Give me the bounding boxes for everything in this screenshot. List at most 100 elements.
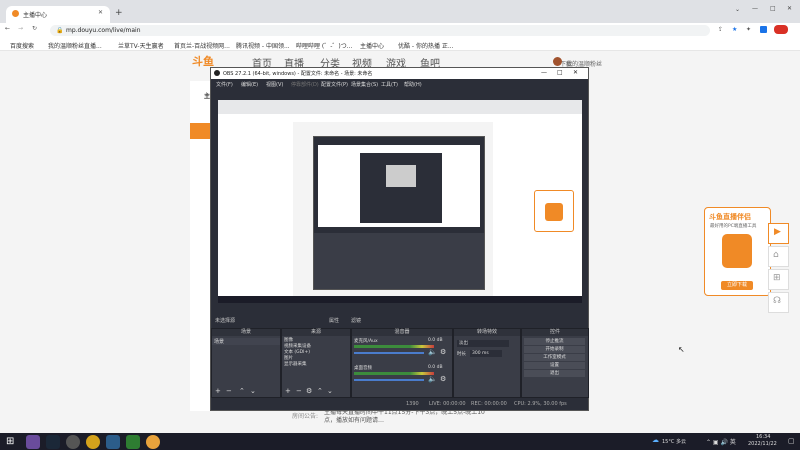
- add-scene-icon[interactable]: +: [215, 387, 221, 395]
- obs-preview[interactable]: [218, 100, 582, 303]
- obs-close-icon[interactable]: ✕: [573, 69, 578, 76]
- avatar[interactable]: [553, 57, 562, 66]
- mic-speaker-icon[interactable]: 🔈: [428, 348, 437, 356]
- obs-statusbar: 1390 LIVE: 00:00:00 REC: 00:00:00 CPU: 2…: [211, 399, 588, 409]
- source-item-display-capture[interactable]: 显示器采集: [284, 362, 311, 368]
- browser-tab[interactable]: 主播中心 ✕: [6, 6, 110, 23]
- bookmark-5[interactable]: 哔哩哔哩 (゜-゜)つ...: [296, 41, 352, 50]
- menu-help[interactable]: 帮助(H): [404, 81, 422, 88]
- mixer-track-mic: 麦克风/Aux 0.0 dB 🔈 ⚙: [354, 338, 450, 364]
- sources-dock-title: 来源: [282, 329, 350, 336]
- update-badge[interactable]: [774, 25, 788, 34]
- taskbar-app-5-icon[interactable]: [106, 434, 120, 449]
- taskbar-app-6-icon[interactable]: [126, 434, 140, 449]
- notification-icon[interactable]: ▢: [788, 437, 795, 445]
- scene-up-icon[interactable]: ⌃: [239, 387, 245, 395]
- address-bar[interactable]: 🔒 mp.douyu.com/live/main: [50, 25, 710, 36]
- weather-text[interactable]: 15°C 多云: [662, 438, 686, 445]
- taskbar-app-4-icon[interactable]: [86, 434, 100, 449]
- mic-volume-slider[interactable]: [354, 352, 424, 354]
- transition-select[interactable]: 淡出: [457, 340, 509, 347]
- menu-edit[interactable]: 编辑(E): [241, 81, 258, 88]
- back-icon[interactable]: ←: [5, 25, 10, 32]
- tab-strip: 主播中心 ✕ + ⌄ — □ ✕: [0, 0, 800, 23]
- obs-minimize-icon[interactable]: —: [541, 69, 547, 76]
- url-text: mp.douyu.com/live/main: [66, 27, 141, 34]
- chrome-icon[interactable]: [146, 434, 160, 449]
- widget-subtitle: 最好用的PC端直播工具: [710, 224, 757, 229]
- maximize-icon[interactable]: □: [770, 5, 776, 12]
- source-up-icon[interactable]: ⌃: [317, 387, 323, 395]
- desktop-volume-slider[interactable]: [354, 379, 424, 381]
- bookmark-1[interactable]: 我的温顺粉丝直播...: [48, 41, 102, 50]
- obs-maximize-icon[interactable]: □: [557, 69, 563, 76]
- side-home-button[interactable]: ⌂: [768, 246, 789, 267]
- bookmark-0[interactable]: 百度搜索: [10, 41, 34, 50]
- bookmark-6[interactable]: 主播中心: [360, 41, 384, 50]
- properties-button[interactable]: 属性: [329, 317, 339, 324]
- obs-taskbar-icon[interactable]: [66, 434, 80, 449]
- mic-settings-icon[interactable]: ⚙: [440, 348, 446, 356]
- bookmark-4[interactable]: 腾讯视频 - 中国领...: [236, 41, 290, 50]
- scene-item[interactable]: 场景: [212, 338, 280, 345]
- share-icon[interactable]: ⇪: [718, 26, 723, 33]
- source-down-icon[interactable]: ⌄: [327, 387, 333, 395]
- forward-icon[interactable]: →: [18, 25, 23, 32]
- menu-docks[interactable]: 停靠部件(D): [291, 81, 319, 88]
- extensions-icon[interactable]: ✦: [746, 26, 751, 33]
- menu-tools[interactable]: 工具(T): [381, 81, 398, 88]
- new-tab-icon[interactable]: +: [115, 8, 123, 18]
- menu-file[interactable]: 文件(F): [216, 81, 233, 88]
- obs-window[interactable]: OBS 27.2.1 (64-bit, windows) - 配置文件: 未命名…: [210, 67, 589, 411]
- menu-profile[interactable]: 配置文件(P): [321, 81, 348, 88]
- clock-date[interactable]: 2022/11/22: [748, 441, 777, 447]
- preview-taskbar: [218, 296, 582, 303]
- sidebar-icon[interactable]: [760, 26, 767, 33]
- gift-icon: ⊞: [773, 273, 781, 283]
- scenes-controls: + − ⌃ ⌄: [212, 387, 280, 397]
- remove-source-icon[interactable]: −: [296, 387, 302, 395]
- close-window-icon[interactable]: ✕: [787, 5, 792, 12]
- side-play-button[interactable]: ▶: [768, 223, 789, 244]
- stop-streaming-button[interactable]: 停止推流: [524, 338, 585, 345]
- bookmark-3[interactable]: 首页兰-百战视频网...: [174, 41, 230, 50]
- filters-button[interactable]: 滤镜: [351, 317, 361, 324]
- start-icon[interactable]: ⊞: [6, 436, 14, 447]
- add-source-icon[interactable]: +: [285, 387, 291, 395]
- remove-scene-icon[interactable]: −: [226, 387, 232, 395]
- tab-search-icon[interactable]: ⌄: [735, 6, 740, 13]
- controls-buttons: 停止推流 开始录制 工作室模式 设置 退出: [524, 338, 585, 378]
- steam-icon[interactable]: [46, 434, 60, 449]
- side-gift-button[interactable]: ⊞: [768, 269, 789, 290]
- companion-widget[interactable]: 斗鱼直播伴侣 最好用的PC端直播工具 立即下载: [704, 207, 771, 296]
- widget-download-button[interactable]: 立即下载: [721, 281, 753, 290]
- preview-nested-deep: [386, 165, 416, 187]
- widget-app-icon: [722, 234, 752, 268]
- menu-view[interactable]: 视图(V): [266, 81, 283, 88]
- bookmark-7[interactable]: 优酷 - 你的热播 正...: [398, 41, 454, 50]
- minimize-icon[interactable]: —: [752, 5, 758, 12]
- desktop-speaker-icon[interactable]: 🔈: [428, 375, 437, 383]
- desktop-settings-icon[interactable]: ⚙: [440, 375, 446, 383]
- side-service-button[interactable]: ☊: [768, 292, 789, 313]
- duration-input[interactable]: 300 ms: [470, 350, 502, 357]
- bookmark-star-icon[interactable]: ★: [732, 26, 737, 33]
- exit-button[interactable]: 退出: [524, 370, 585, 377]
- mixer-dock: 混音器 麦克风/Aux 0.0 dB 🔈 ⚙ 桌面音频 0.0 dB 🔈 ⚙: [351, 328, 453, 398]
- clock-time[interactable]: 16:34: [756, 434, 770, 440]
- settings-button[interactable]: 设置: [524, 362, 585, 369]
- bookmark-2[interactable]: 兰草TV-天生赢者: [118, 41, 164, 50]
- reload-icon[interactable]: ↻: [32, 25, 37, 32]
- scene-down-icon[interactable]: ⌄: [250, 387, 256, 395]
- controls-dock: 控件 停止推流 开始录制 工作室模式 设置 退出: [521, 328, 589, 398]
- tab-close-icon[interactable]: ✕: [98, 9, 103, 16]
- sidebar-active-item[interactable]: [190, 123, 210, 139]
- studio-mode-button[interactable]: 工作室模式: [524, 354, 585, 361]
- preview-widget-icon: [545, 203, 563, 221]
- start-recording-button[interactable]: 开始录制: [524, 346, 585, 353]
- lock-icon: 🔒: [56, 27, 64, 34]
- menu-scene-collection[interactable]: 场景集合(S): [351, 81, 378, 88]
- tray-icons[interactable]: ⌃ ▣ 🔊 英: [706, 437, 736, 446]
- taskbar-app-1-icon[interactable]: [26, 434, 40, 449]
- source-settings-icon[interactable]: ⚙: [306, 387, 312, 395]
